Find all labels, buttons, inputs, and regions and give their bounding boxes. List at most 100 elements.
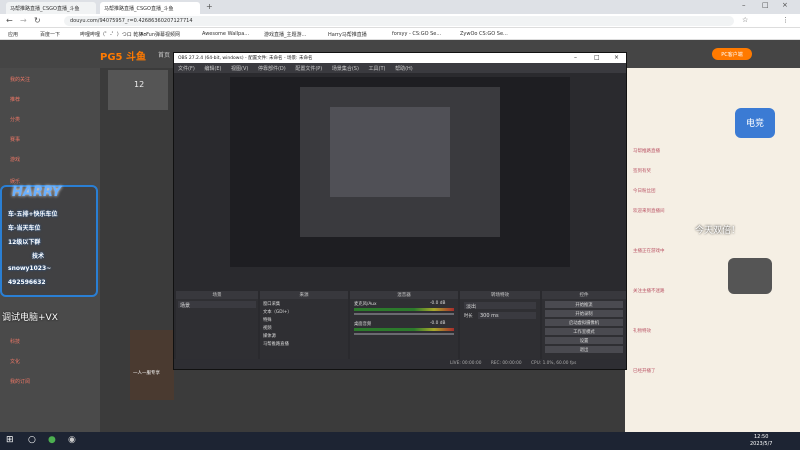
- back-icon[interactable]: ←: [6, 16, 13, 25]
- vx-text: 调试电脑+VX: [2, 313, 58, 323]
- settings-button[interactable]: 设置: [545, 337, 623, 344]
- nested-preview: [300, 87, 500, 237]
- obs-title: OBS 27.2.4 (64-bit, windows) - 配置文件: 未命名…: [174, 53, 626, 63]
- left-nav-item[interactable]: 分类: [10, 116, 20, 123]
- obs-preview[interactable]: [230, 77, 570, 267]
- overlay-line: 12级以下群: [8, 239, 41, 246]
- sources-dock: 窗口采集 文本（GDI+） 特殊 视频 媒体源 马帮推路直播: [260, 299, 348, 361]
- left-nav-item[interactable]: 赛事: [10, 136, 20, 143]
- windows-taskbar: ⊞ ○ ● ◉ 12:50 2023/5/7: [0, 432, 800, 450]
- site-logo[interactable]: PG5 斗鱼: [100, 48, 146, 63]
- bookmark-item[interactable]: 百度一下: [40, 31, 60, 38]
- obs-menu-item[interactable]: 帮助(H): [395, 66, 413, 72]
- overlay-double-text: 今天双倍！: [695, 226, 741, 236]
- cpu-status: CPU: 1.0%, 60.00 fps: [531, 361, 577, 366]
- chat-panel: 电竞 马帮推路直播 签到有奖 今日粉丝团 欢迎来到直播间 主播正在游戏中 关注主…: [625, 68, 800, 432]
- left-nav-item[interactable]: 我的关注: [10, 76, 30, 83]
- streamer-count: 12: [134, 80, 145, 89]
- search-icon[interactable]: ○: [28, 435, 36, 445]
- star-icon[interactable]: ☆: [742, 16, 748, 24]
- menu-icon[interactable]: ⋮: [782, 16, 789, 24]
- obs-close-icon[interactable]: ×: [614, 54, 619, 61]
- controls-dock-header: 控件: [542, 291, 626, 299]
- obs-menu-item[interactable]: 停靠部件(D): [258, 66, 286, 72]
- transition-select[interactable]: 淡出: [464, 302, 536, 310]
- left-nav-item[interactable]: 娱乐: [10, 178, 20, 185]
- mixer-channel-db: -0.0 dB: [430, 321, 446, 326]
- left-nav-item[interactable]: 科技: [10, 338, 20, 345]
- bookmark-item[interactable]: 哔哩哔哩（゜-゜）つロ 乾杯~: [80, 31, 148, 38]
- volume-meter: [354, 328, 454, 331]
- source-item[interactable]: 马帮推路直播: [263, 341, 289, 347]
- obs-icon[interactable]: ◉: [68, 435, 76, 445]
- clock-time: 12:50: [754, 434, 769, 440]
- source-item[interactable]: 文本（GDI+）: [263, 309, 292, 315]
- obs-window: OBS 27.2.4 (64-bit, windows) - 配置文件: 未命名…: [173, 52, 627, 370]
- source-item[interactable]: 特殊: [263, 317, 272, 323]
- source-item[interactable]: 媒体源: [263, 333, 276, 339]
- scene-item[interactable]: 场景: [178, 301, 256, 309]
- clock-date: 2023/5/7: [750, 441, 773, 447]
- obs-menu-item[interactable]: 场景集合(S): [332, 66, 359, 72]
- chat-line: 今日粉丝团: [633, 189, 656, 194]
- obs-maximize-icon[interactable]: □: [594, 54, 600, 61]
- chat-line: 签到有奖: [633, 169, 651, 174]
- live-status: LIVE: 00:00:00: [450, 361, 482, 366]
- obs-menu-item[interactable]: 编辑(E): [204, 66, 221, 72]
- duration-input[interactable]: 300 ms: [478, 312, 536, 319]
- browser-tab-active[interactable]: 马帮推路直播_CSGO直播_斗鱼: [100, 2, 200, 14]
- source-item[interactable]: 视频: [263, 325, 272, 331]
- obs-menu-item[interactable]: 配置文件(P): [295, 66, 322, 72]
- maximize-icon[interactable]: □: [762, 1, 769, 9]
- obs-menu-item[interactable]: 文件(F): [178, 66, 195, 72]
- browser-tab[interactable]: 马帮推路直播_CSGO直播_斗鱼: [6, 2, 96, 14]
- volume-slider[interactable]: [354, 333, 454, 335]
- bookmark-item[interactable]: 游戏直播_主题游...: [264, 31, 306, 38]
- bookmark-item[interactable]: forsyy - CS:GO Se...: [392, 31, 441, 37]
- sources-dock-header: 来源: [260, 291, 348, 299]
- windows-start-icon[interactable]: ⊞: [6, 435, 14, 445]
- tab-label: 马帮推路直播_CSGO直播_斗鱼: [104, 6, 174, 12]
- minimize-icon[interactable]: –: [742, 1, 746, 9]
- address-bar: ← → ↻ douyu.com/94075957_r=0.42686360207…: [0, 14, 800, 28]
- left-nav-item[interactable]: 文化: [10, 358, 20, 365]
- duration-label: 时长: [464, 314, 473, 319]
- transitions-dock: 淡出 时长 300 ms: [460, 299, 540, 361]
- bookmark-item[interactable]: Harry马帮推直播: [328, 31, 367, 38]
- mixer-dock-header: 混音器: [350, 291, 458, 299]
- bookmark-item[interactable]: AcFun弹幕视频网: [140, 31, 180, 38]
- obs-menu-item[interactable]: 工具(T): [369, 66, 386, 72]
- mixer-dock: 麦克风/Aux -0.0 dB 桌面音频 -0.0 dB: [350, 299, 458, 361]
- pc-client-button[interactable]: PC客户端: [712, 48, 752, 60]
- harry-title: HARRY: [12, 185, 62, 200]
- source-item[interactable]: 窗口采集: [263, 301, 280, 307]
- exit-button[interactable]: 退出: [545, 346, 623, 353]
- promo-card[interactable]: 一人一服专享: [130, 330, 174, 400]
- forward-icon[interactable]: →: [20, 16, 27, 25]
- streamer-avatar-area: 12: [108, 70, 168, 110]
- volume-meter: [354, 308, 454, 311]
- close-icon[interactable]: ×: [782, 1, 788, 9]
- volume-slider[interactable]: [354, 313, 454, 315]
- chat-line: 马帮推路直播: [633, 149, 660, 154]
- new-tab-icon[interactable]: +: [206, 2, 213, 11]
- obs-minimize-icon[interactable]: –: [574, 54, 577, 61]
- studio-mode-button[interactable]: 工作室模式: [545, 328, 623, 335]
- chrome-icon[interactable]: ●: [48, 435, 56, 445]
- bookmark-item[interactable]: ZywOo CS:GO Se...: [460, 31, 508, 37]
- left-nav-item[interactable]: 推荐: [10, 96, 20, 103]
- bookmark-item[interactable]: 应用: [8, 31, 18, 38]
- bookmarks-bar: 应用 百度一下 哔哩哔哩（゜-゜）つロ 乾杯~ AcFun弹幕视频网 Aweso…: [0, 28, 800, 40]
- start-recording-button[interactable]: 开始录制: [545, 310, 623, 317]
- virtual-camera-button[interactable]: 启动虚拟摄像机: [545, 319, 623, 326]
- url-input[interactable]: douyu.com/94075957_r=0.42686360207127714: [64, 16, 734, 26]
- scenes-dock-header: 场景: [176, 291, 258, 299]
- left-nav-item[interactable]: 游戏: [10, 156, 20, 163]
- start-streaming-button[interactable]: 开始推流: [545, 301, 623, 308]
- obs-menu-item[interactable]: 视图(V): [231, 66, 248, 72]
- left-nav-item[interactable]: 我的订阅: [10, 378, 30, 385]
- scenes-dock: 场景: [176, 299, 258, 361]
- bookmark-item[interactable]: Awesome Wallpa...: [202, 31, 249, 37]
- nav-home[interactable]: 首页: [158, 50, 170, 59]
- reload-icon[interactable]: ↻: [34, 16, 41, 25]
